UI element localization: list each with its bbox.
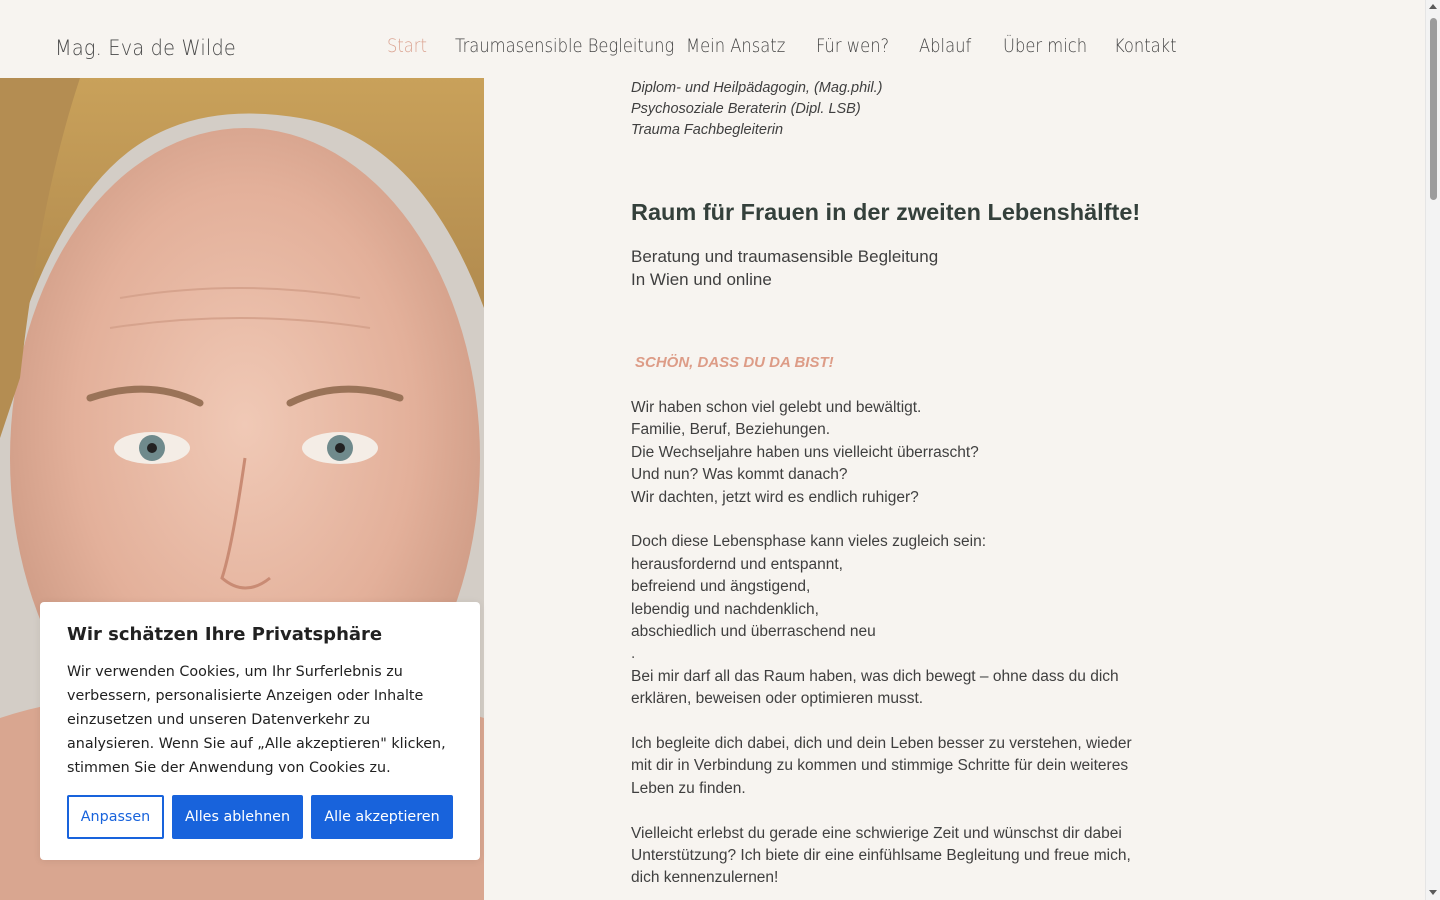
site-logo[interactable]: Mag. Eva de Wilde [55,36,236,60]
customize-button[interactable]: Anpassen [67,795,164,839]
text-line: Wir haben schon viel gelebt und bewältig… [631,399,922,416]
credentials-list: Diplom- und Heilpädagogin, (Mag.phil.) P… [631,78,882,141]
text-line: dich kennenzulernen! [631,869,779,887]
text-line: Bei mir darf all das Raum haben, was dic… [631,667,1119,685]
reject-all-button[interactable]: Alles ablehnen [172,795,303,839]
text-line: erklären, beweisen oder optimieren musst… [631,690,924,708]
cookie-description: Wir verwenden Cookies, um Ihr Surferlebn… [67,664,446,776]
credential-item: Trauma Fachbegleiterin [631,122,784,138]
site-header: Mag. Eva de Wilde Start Traumasensible B… [0,0,1425,78]
nav-item-mein-ansatz[interactable]: Mein Ansatz [686,35,785,57]
subheadline-line: Beratung und traumasensible Begleitung [631,247,939,266]
nav-item-ueber-mich[interactable]: Über mich [1003,35,1087,57]
scrollbar-thumb[interactable] [1430,18,1437,200]
text-line: lebendig und nachdenklich, [631,600,819,618]
text-line: befreiend und ängstigend, [631,578,811,596]
subheadline-line: In Wien und online [631,270,772,289]
scroll-down-icon[interactable] [1429,890,1437,895]
text-line: herausfordernd und entspannt, [631,555,843,573]
subheadline: Beratung und traumasensible Begleitung I… [631,245,938,291]
intro-text: Wir haben schon viel gelebt und bewältig… [631,397,1191,890]
credential-item: Diplom- und Heilpädagogin, (Mag.phil.) [631,80,883,96]
text-line: Wir dachten, jetzt wird es endlich ruhig… [631,488,919,506]
text-line: Leben zu finden. [631,779,746,797]
text-line: Unterstützung? Ich biete dir eine einfüh… [631,847,1131,865]
nav-item-fuer-wen[interactable]: Für wen? [816,35,889,57]
nav-item-start[interactable]: Start [387,35,427,57]
text-line: Und nun? Was kommt danach? [631,466,848,484]
text-line: Ich begleite dich dabei, dich und dein L… [631,735,1132,753]
nav-item-kontakt[interactable]: Kontakt [1114,35,1177,57]
nav-item-ablauf[interactable]: Ablauf [919,35,971,57]
cookie-title: Wir schätzen Ihre Privatsphäre [67,624,383,645]
page-scrollbar[interactable] [1425,0,1440,900]
welcome-heading: SCHÖN, DASS DU DA BIST! [635,354,834,371]
text-dot: . [631,645,636,663]
text-line: Die Wechseljahre haben uns vielleicht üb… [631,443,979,461]
accept-all-button[interactable]: Alle akzeptieren [311,795,453,839]
text-line: Doch diese Lebensphase kann vieles zugle… [631,533,987,551]
text-line: Familie, Beruf, Beziehungen. [631,421,831,439]
cookie-consent-banner: Wir schätzen Ihre Privatsphäre Wir verwe… [40,602,480,860]
credential-item: Psychosoziale Beraterin (Dipl. LSB) [631,101,861,117]
text-line: mit dir in Verbindung zu kommen und stim… [631,757,1129,775]
text-line: Vielleicht erlebst du gerade eine schwie… [631,824,1122,842]
page-headline: Raum für Frauen in der zweiten Lebenshäl… [631,199,1141,225]
text-line: abschiedlich und überraschend neu [631,623,876,641]
scroll-up-icon[interactable] [1429,4,1437,9]
nav-item-traumasensible-begleitung[interactable]: Traumasensible Begleitung [455,35,674,57]
